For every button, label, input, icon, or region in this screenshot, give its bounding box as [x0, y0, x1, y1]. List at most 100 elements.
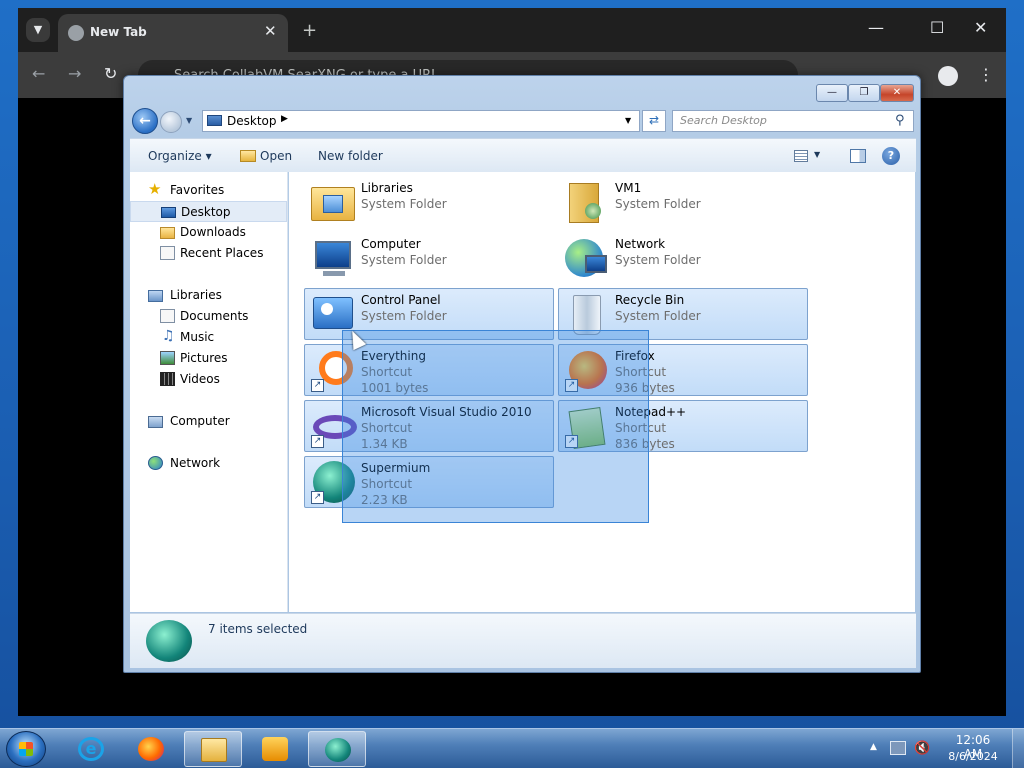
nav-pictures[interactable]: Pictures: [130, 348, 287, 369]
details-pane: 7 items selected: [130, 613, 916, 668]
taskbar-media-player[interactable]: [246, 731, 304, 767]
media-player-icon: [262, 737, 288, 761]
selection-status: 7 items selected: [208, 622, 308, 636]
nav-computer[interactable]: Computer: [130, 411, 287, 432]
nav-recent-places[interactable]: Recent Places: [130, 243, 287, 264]
search-icon[interactable]: ⚲: [895, 113, 905, 128]
breadcrumb-chevron-icon[interactable]: ▶: [281, 114, 288, 124]
file-item-network[interactable]: Network System Folder: [558, 232, 808, 284]
reload-icon[interactable]: ↻: [104, 64, 117, 83]
open-button[interactable]: Open: [260, 149, 292, 163]
history-dropdown-icon[interactable]: ▼: [186, 116, 192, 125]
clock-date[interactable]: 8/6/2024: [948, 750, 998, 763]
file-item-computer[interactable]: Computer System Folder: [304, 232, 554, 284]
taskbar-supermium[interactable]: [308, 731, 366, 767]
maximize-icon[interactable]: ☐: [930, 18, 944, 37]
taskbar-firefox[interactable]: [122, 731, 180, 767]
nav-documents[interactable]: Documents: [130, 306, 287, 327]
kebab-menu-icon[interactable]: ⋮: [978, 65, 994, 84]
help-icon[interactable]: ?: [882, 147, 900, 165]
nav-label: Favorites: [170, 183, 225, 197]
network-icon: [148, 456, 163, 470]
view-dropdown-icon[interactable]: ▼: [814, 150, 820, 159]
nav-videos[interactable]: Videos: [130, 369, 287, 390]
search-input[interactable]: Search Desktop ⚲: [672, 110, 914, 132]
shortcut-arrow-icon: ↗: [311, 379, 324, 392]
file-type: System Folder: [615, 197, 701, 211]
change-view-icon[interactable]: [794, 150, 808, 162]
address-bar[interactable]: Desktop ▶ ▼: [202, 110, 640, 132]
taskbar: e ▲ 🔇 12:06 AM 8/6/2024: [0, 728, 1024, 768]
folder-icon: [201, 738, 227, 762]
desktop-icon: [207, 115, 222, 126]
nav-label: Videos: [180, 372, 220, 386]
browser-tab-title: New Tab: [90, 25, 147, 39]
file-item-libraries[interactable]: Libraries System Folder: [304, 176, 554, 228]
supermium-icon: [146, 620, 192, 662]
tab-close-icon[interactable]: ✕: [264, 22, 277, 40]
file-item-vm1[interactable]: VM1 System Folder: [558, 176, 808, 228]
search-placeholder: Search Desktop: [680, 114, 767, 127]
shortcut-arrow-icon: ↗: [311, 491, 324, 504]
new-tab-plus-icon[interactable]: +: [302, 20, 317, 41]
file-name: VM1: [615, 181, 642, 195]
nav-downloads[interactable]: Downloads: [130, 222, 287, 243]
file-type: System Folder: [615, 309, 701, 323]
close-button[interactable]: ✕: [880, 84, 914, 102]
selection-marquee: [342, 330, 649, 523]
computer-icon: [148, 416, 163, 428]
address-path[interactable]: Desktop: [227, 114, 277, 128]
address-dropdown-icon[interactable]: ▼: [625, 116, 631, 125]
show-desktop-button[interactable]: [1012, 729, 1024, 768]
nav-label: Desktop: [181, 205, 231, 219]
preview-pane-icon[interactable]: [850, 149, 866, 163]
browser-back-icon[interactable]: ←: [32, 64, 45, 83]
tab-search-chevron-icon[interactable]: ▼: [26, 18, 50, 42]
refresh-icon[interactable]: ⇄: [642, 110, 666, 132]
browser-forward-icon[interactable]: →: [68, 64, 81, 83]
new-folder-button[interactable]: New folder: [318, 149, 383, 163]
close-window-icon[interactable]: ✕: [974, 18, 987, 37]
forward-arrow-icon[interactable]: [160, 111, 182, 133]
star-icon: ★: [148, 180, 162, 198]
volume-muted-icon[interactable]: 🔇: [914, 741, 930, 756]
command-bar: Organize ▾ Open New folder ▼ ?: [130, 138, 916, 172]
nav-label: Downloads: [180, 225, 246, 239]
organize-button[interactable]: Organize ▾: [148, 149, 212, 163]
nav-label: Computer: [170, 414, 230, 428]
documents-icon: [160, 309, 175, 323]
nav-music[interactable]: ♫ Music: [130, 327, 287, 348]
nav-network[interactable]: Network: [130, 453, 287, 474]
nav-label: Libraries: [170, 288, 222, 302]
file-type: System Folder: [361, 309, 447, 323]
windows-logo-icon: [19, 742, 33, 756]
nav-favorites[interactable]: ★ Favorites: [130, 180, 287, 201]
file-name: Libraries: [361, 181, 413, 195]
profile-avatar-icon[interactable]: [938, 66, 958, 86]
back-arrow-icon[interactable]: ←: [132, 108, 158, 134]
nav-libraries[interactable]: Libraries: [130, 285, 287, 306]
taskbar-internet-explorer[interactable]: e: [62, 731, 120, 767]
file-type: System Folder: [361, 197, 447, 211]
taskbar-explorer[interactable]: [184, 731, 242, 767]
file-type: System Folder: [361, 253, 447, 267]
nav-desktop[interactable]: Desktop: [130, 201, 287, 222]
start-button[interactable]: [6, 731, 46, 767]
network-tray-icon[interactable]: [890, 741, 906, 755]
downloads-icon: [160, 227, 175, 239]
file-name: Control Panel: [361, 293, 441, 307]
minimize-icon[interactable]: —: [868, 18, 884, 37]
shortcut-arrow-icon: ↗: [311, 435, 324, 448]
nav-label: Documents: [180, 309, 249, 323]
nav-label: Recent Places: [180, 246, 264, 260]
music-note-icon: ♫: [162, 328, 175, 344]
network-globe-icon: [563, 235, 609, 281]
minimize-button[interactable]: —: [816, 84, 848, 102]
file-name: Recycle Bin: [615, 293, 685, 307]
recent-places-icon: [160, 246, 175, 260]
show-hidden-icons-icon[interactable]: ▲: [870, 742, 877, 752]
restore-button[interactable]: ❐: [848, 84, 880, 102]
browser-tab[interactable]: New Tab ✕: [58, 14, 288, 52]
firefox-icon: [138, 737, 164, 761]
address-row: ← ▼ Desktop ▶ ▼ ⇄ Search Desktop ⚲: [130, 108, 916, 134]
